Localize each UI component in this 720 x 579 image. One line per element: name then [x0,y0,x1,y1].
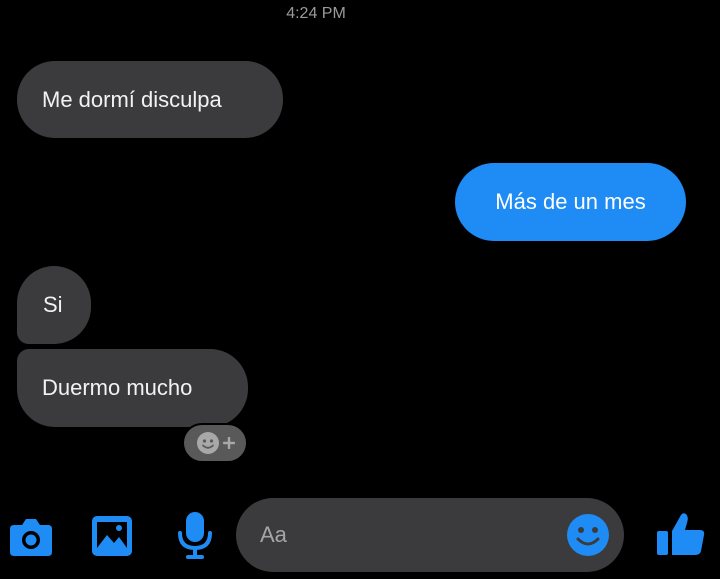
thumbs-up-icon[interactable] [655,511,707,557]
smiley-icon [196,432,219,454]
message-text: Más de un mes [495,189,646,214]
microphone-icon[interactable] [175,510,215,560]
message-input[interactable] [260,518,560,552]
timestamp: 4:24 PM [286,5,346,22]
camera-icon[interactable] [8,516,54,558]
message-bubble-received[interactable]: Me dormí disculpa [17,61,283,138]
emoji-icon[interactable] [566,513,610,557]
message-text: Me dormí disculpa [42,86,222,112]
add-reaction-button[interactable] [182,423,248,463]
message-bubble-sent[interactable]: Más de un mes [455,163,686,241]
message-text: Si [43,292,63,317]
plus-icon [222,437,235,449]
message-text: Duermo mucho [42,375,193,400]
message-bubble-received[interactable]: Si [17,266,91,344]
gallery-icon[interactable] [91,515,133,557]
message-bubble-received[interactable]: Duermo mucho [17,349,248,427]
message-input-container[interactable] [236,498,624,572]
